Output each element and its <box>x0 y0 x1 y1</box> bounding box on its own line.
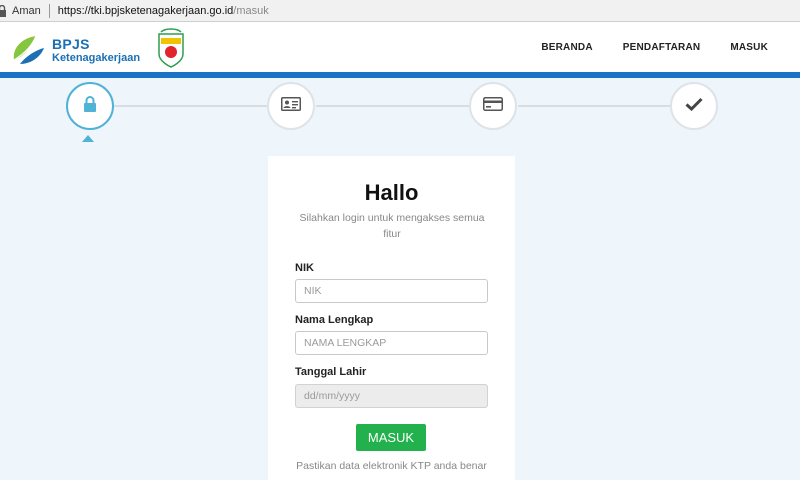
birth-date-input[interactable] <box>295 384 488 408</box>
lock-icon <box>83 95 97 117</box>
lock-icon <box>0 4 6 17</box>
secure-label: Aman <box>12 4 41 17</box>
step-connector <box>114 105 268 107</box>
logo-title: BPJS <box>52 35 90 52</box>
credit-card-icon <box>483 96 503 116</box>
full-name-input[interactable] <box>295 331 488 355</box>
bpjs-logo[interactable]: BPJS Ketenagakerjaan <box>10 34 140 66</box>
card-title: Hallo <box>364 180 419 205</box>
id-card-icon <box>281 96 301 116</box>
url-host[interactable]: https://tki.bpjsketenagakerjaan.go.id <box>58 5 234 17</box>
ktp-note: Pastikan data elektronik KTP anda benar <box>296 460 487 472</box>
nav-masuk[interactable]: MASUK <box>730 42 768 53</box>
name-label: Nama Lengkap <box>295 314 374 326</box>
main-nav: BERANDA PENDAFTARAN MASUK <box>541 22 768 72</box>
step-identity[interactable] <box>267 82 315 130</box>
nav-pendaftaran[interactable]: PENDAFTARAN <box>623 42 701 53</box>
url-path[interactable]: /masuk <box>233 5 268 17</box>
site-header: BPJS Ketenagakerjaan BERANDA PENDAFTARAN… <box>0 22 800 72</box>
step-connector <box>316 105 470 107</box>
step-payment[interactable] <box>469 82 517 130</box>
browser-address-bar[interactable]: Aman https://tki.bpjsketenagakerjaan.go.… <box>0 0 800 22</box>
tki-badge-icon <box>157 28 185 68</box>
address-separator <box>48 3 50 18</box>
nik-input[interactable] <box>295 279 488 303</box>
step-login[interactable] <box>66 82 114 130</box>
card-subtitle: Silahkan login untuk mengakses semua fit… <box>299 212 485 240</box>
logo-subtitle: Ketenagakerjaan <box>52 51 141 64</box>
nav-beranda[interactable]: BERANDA <box>541 42 592 53</box>
nik-label: NIK <box>295 262 314 274</box>
active-step-indicator <box>82 135 94 142</box>
dob-label: Tanggal Lahir <box>295 366 367 378</box>
checkmark-icon <box>685 97 703 116</box>
step-connector <box>518 105 670 107</box>
login-card: Hallo Silahkan login untuk mengakses sem… <box>268 156 515 480</box>
step-done[interactable] <box>670 82 718 130</box>
registration-stepper <box>0 78 800 148</box>
login-submit-button[interactable]: MASUK <box>356 424 426 451</box>
leaf-logo-icon <box>10 34 46 66</box>
